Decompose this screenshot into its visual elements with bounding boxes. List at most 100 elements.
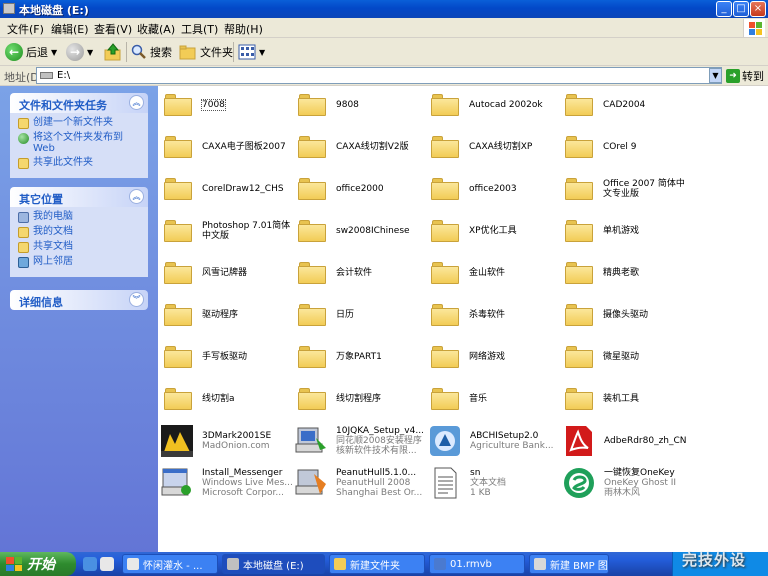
task-label: 怀闲灌水 - ...	[143, 560, 203, 572]
up-folder-button[interactable]	[104, 42, 122, 62]
taskbar-task[interactable]: 新建 BMP 图...	[529, 554, 609, 574]
folder-item[interactable]: Autocad 2002ok	[431, 88, 543, 122]
folder-item[interactable]: sw2008IChinese	[298, 214, 410, 248]
maximize-button[interactable]: □	[733, 1, 749, 17]
menu-view[interactable]: 查看(V)	[94, 21, 132, 37]
menu-tools[interactable]: 工具(T)	[181, 21, 218, 37]
folder-item[interactable]: 7008	[164, 88, 226, 122]
folder-item[interactable]: 金山软件	[431, 256, 505, 290]
file-company: MadOnion.com	[202, 441, 270, 451]
folder-item[interactable]: 摄像头驱动	[565, 298, 648, 332]
taskbar-task[interactable]: 01.rmvb	[429, 554, 525, 574]
address-input[interactable]: E:\	[36, 67, 722, 84]
folder-item[interactable]: CAXA线切割XP	[431, 130, 532, 164]
expand-icon[interactable]: ︾	[129, 292, 144, 307]
folder-item[interactable]: office2000	[298, 172, 384, 206]
collapse-icon[interactable]: ︽	[129, 95, 144, 110]
folder-name: 网络游戏	[469, 352, 506, 362]
folder-icon	[565, 136, 593, 158]
network-link[interactable]: 网上邻居	[18, 256, 142, 268]
folder-item[interactable]: Office 2007 简体中文专业版	[565, 172, 693, 206]
file-item[interactable]: 一键恢复OneKey OneKey Ghost II 雨林木风	[562, 466, 676, 500]
menu-file[interactable]: 文件(F)	[7, 21, 44, 37]
go-button[interactable]: ➜ 转到	[726, 68, 764, 84]
file-item[interactable]: 3DMark2001SE MadOnion.com	[160, 424, 271, 458]
folders-button[interactable]: 文件夹	[179, 42, 233, 62]
minimize-button[interactable]: _	[716, 1, 732, 17]
my-computer-link[interactable]: 我的电脑	[18, 211, 142, 223]
folder-item[interactable]: 微星驱动	[565, 340, 639, 374]
folder-icon	[431, 220, 459, 242]
folder-name: COrel 9	[603, 142, 637, 152]
menu-help[interactable]: 帮助(H)	[224, 21, 263, 37]
folder-item[interactable]: 9808	[298, 88, 359, 122]
file-item[interactable]: ABCHISetup2.0 Agriculture Bank...	[428, 424, 554, 458]
start-button[interactable]: 开始	[0, 552, 76, 576]
folder-item[interactable]: XP优化工具	[431, 214, 517, 248]
folder-name: sw2008IChinese	[336, 226, 410, 236]
folder-item[interactable]: 万象PART1	[298, 340, 382, 374]
close-button[interactable]: ×	[750, 1, 766, 17]
media-quicklaunch-icon[interactable]	[100, 557, 114, 571]
task-label: 新建 BMP 图...	[550, 560, 608, 572]
file-item[interactable]: Install_Messenger Windows Live Mes... Mi…	[160, 466, 293, 500]
ie-quicklaunch-icon[interactable]	[83, 557, 97, 571]
search-button[interactable]: 搜索	[131, 42, 172, 62]
folder-name: 精典老歌	[603, 268, 640, 278]
taskbar-task[interactable]: 新建文件夹	[329, 554, 425, 574]
folder-item[interactable]: 网络游戏	[431, 340, 505, 374]
folder-item[interactable]: 驱动程序	[164, 298, 238, 332]
folder-name: 7008	[201, 99, 226, 111]
abc-bank-icon	[430, 426, 460, 456]
folder-item[interactable]: 装机工具	[565, 382, 639, 416]
panel-header[interactable]: 详细信息 ︾	[10, 290, 148, 310]
taskbar-task[interactable]: 本地磁盘 (E:)	[222, 554, 325, 574]
forward-button[interactable]: → ▼	[66, 42, 93, 62]
shared-documents-link[interactable]: 共享文档	[18, 241, 142, 253]
folder-item[interactable]: CAXA电子图板2007	[164, 130, 286, 164]
new-folder-link[interactable]: 创建一个新文件夹	[18, 117, 142, 129]
folder-name: 万象PART1	[336, 352, 382, 362]
file-item[interactable]: PeanutHull5.1.0... PeanutHull 2008 Shang…	[294, 466, 422, 500]
text-document-icon	[434, 467, 457, 499]
folder-item[interactable]: CorelDraw12_CHS	[164, 172, 284, 206]
views-button[interactable]: ▼	[238, 42, 265, 62]
folder-item[interactable]: COrel 9	[565, 130, 637, 164]
my-documents-link[interactable]: 我的文档	[18, 226, 142, 238]
share-folder-link[interactable]: 共享此文件夹	[18, 157, 142, 169]
taskbar-task[interactable]: 怀闲灌水 - ...	[122, 554, 218, 574]
folder-item[interactable]: 精典老歌	[565, 256, 639, 290]
panel-header[interactable]: 文件和文件夹任务 ︽	[10, 93, 148, 113]
folder-item[interactable]: 线切割程序	[298, 382, 381, 416]
toolbar-separator	[233, 42, 234, 62]
folder-item[interactable]: 杀毒软件	[431, 298, 505, 332]
chevron-down-icon[interactable]: ▼	[51, 48, 57, 57]
folder-item[interactable]: 手写板驱动	[164, 340, 247, 374]
folder-item[interactable]: 会计软件	[298, 256, 372, 290]
publish-web-link[interactable]: 将这个文件夹发布到 Web	[18, 132, 142, 154]
folder-item[interactable]: Photoshop 7.01简体中文版	[164, 214, 292, 248]
menu-edit[interactable]: 编辑(E)	[51, 21, 89, 37]
file-type: 文本文档	[470, 478, 507, 488]
folder-name: 杀毒软件	[469, 310, 506, 320]
back-button[interactable]: ← 后退 ▼	[5, 42, 57, 62]
folder-item[interactable]: 单机游戏	[565, 214, 639, 248]
folder-name: CAXA电子图板2007	[202, 142, 286, 152]
folder-item[interactable]: office2003	[431, 172, 517, 206]
chevron-down-icon[interactable]: ▼	[87, 48, 93, 57]
folder-item[interactable]: 日历	[298, 298, 354, 332]
folder-item[interactable]: CAD2004	[565, 88, 645, 122]
watermark-text: 完技外设	[682, 551, 747, 569]
folder-item[interactable]: 音乐	[431, 382, 487, 416]
file-item[interactable]: AdbeRdr80_zh_CN	[562, 424, 687, 458]
file-item[interactable]: 10JQKA_Setup_v4... 同花顺2008安装程序 核新软件技术有限.…	[294, 424, 424, 458]
menu-favorites[interactable]: 收藏(A)	[137, 21, 175, 37]
chevron-down-icon[interactable]: ▼	[259, 48, 265, 57]
collapse-icon[interactable]: ︽	[129, 189, 144, 204]
folder-item[interactable]: 线切割a	[164, 382, 235, 416]
file-item[interactable]: sn 文本文档 1 KB	[428, 466, 506, 500]
address-dropdown-button[interactable]: ▼	[709, 68, 722, 83]
panel-header[interactable]: 其它位置 ︽	[10, 187, 148, 207]
folder-item[interactable]: CAXA线切割V2版	[298, 130, 409, 164]
folder-item[interactable]: 风雪记牌器	[164, 256, 247, 290]
